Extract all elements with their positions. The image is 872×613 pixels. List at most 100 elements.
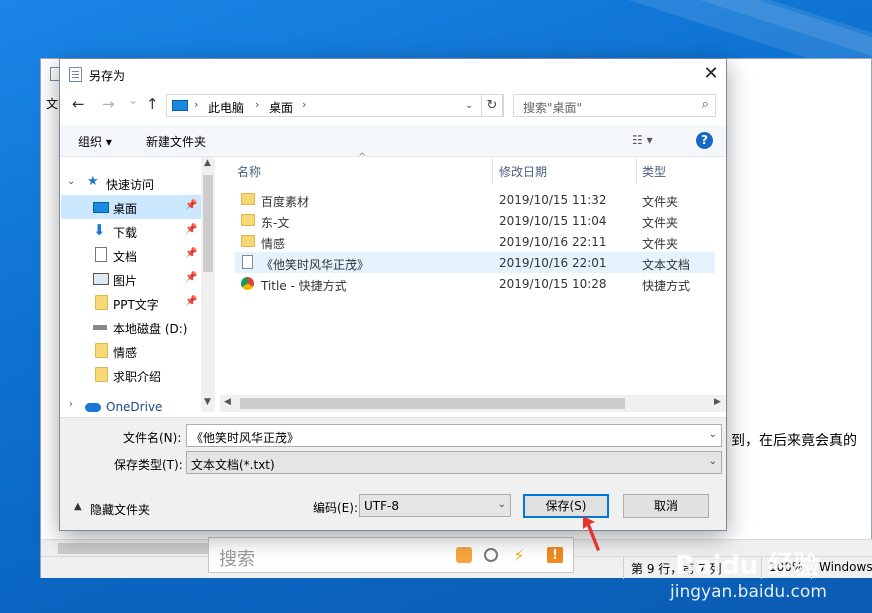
toolbar: 组织 ▾ 新建文件夹 ☷ ▾ ?: [60, 125, 726, 157]
navigation-pane-scrollbar[interactable]: ▲ ▼: [201, 157, 215, 412]
filename-input[interactable]: 《他笑时风华正茂》 ⌄: [186, 424, 722, 447]
chevron-down-icon[interactable]: ⌄: [709, 429, 717, 440]
file-date: 2019/10/15 10:28: [499, 277, 607, 291]
pin-icon: 📌: [185, 296, 198, 307]
download-icon: ⬇: [93, 221, 106, 239]
navigation-pane: ⌄ ★ 快速访问 桌面 📌 ⬇ 下载 📌 文档 📌 图片 📌 PPT文字 📌 本…: [61, 157, 215, 412]
filetype-label: 保存类型(T):: [114, 458, 183, 472]
file-name: 情感: [261, 237, 286, 251]
alert-icon[interactable]: !: [547, 547, 563, 563]
forward-arrow-icon[interactable]: →: [102, 95, 115, 113]
column-header-date[interactable]: 修改日期: [499, 163, 547, 180]
column-header-type[interactable]: 类型: [642, 163, 666, 180]
cancel-button[interactable]: 取消: [623, 494, 709, 518]
navigation-bar: ← → ⌄ ↑ › 此电脑 › 桌面 › ⌄ ↻ 搜索"桌面" ⌕: [60, 92, 726, 120]
dialog-titlebar[interactable]: 另存为 ✕: [60, 59, 726, 89]
picture-icon: [93, 273, 109, 285]
sidebar-item-emotion[interactable]: 情感: [61, 339, 201, 363]
sidebar-item-desktop[interactable]: 桌面 📌: [61, 195, 201, 219]
close-button[interactable]: ✕: [700, 63, 722, 85]
breadcrumb-desktop[interactable]: 桌面: [269, 99, 293, 116]
address-bar[interactable]: › 此电脑 › 桌面 › ⌄: [166, 94, 504, 117]
folder-icon: [95, 295, 108, 310]
sidebar-item-label: 文档: [113, 250, 138, 264]
annotation-arrow-icon: [583, 516, 600, 551]
file-type: 文件夹: [642, 237, 679, 251]
lightning-icon[interactable]: ⚡: [511, 546, 527, 565]
file-date: 2019/10/15 11:04: [499, 214, 607, 228]
filetype-select[interactable]: 文本文档(*.txt) ⌄: [186, 451, 722, 474]
filename-label: 文件名(N):: [123, 431, 182, 445]
file-type: 文件夹: [642, 216, 679, 230]
file-name: 《他笑时风华正茂》: [261, 258, 370, 272]
address-dropdown-icon[interactable]: ⌄: [465, 100, 473, 111]
refresh-button[interactable]: ↻: [481, 94, 503, 117]
chevron-down-icon[interactable]: ⌄: [709, 456, 717, 467]
view-options-icon[interactable]: ☷ ▾: [632, 133, 653, 147]
breadcrumb-this-pc[interactable]: 此电脑: [208, 99, 244, 116]
help-icon[interactable]: ?: [696, 132, 713, 149]
chevron-up-icon[interactable]: ▲: [74, 501, 82, 512]
chrome-shortcut-icon: [241, 277, 254, 290]
folder-icon: [241, 235, 255, 247]
file-date: 2019/10/16 22:01: [499, 256, 607, 270]
sidebar-item-pictures[interactable]: 图片 📌: [61, 267, 201, 291]
chevron-down-icon[interactable]: ⌄: [498, 499, 506, 510]
this-pc-icon: [172, 100, 188, 111]
recent-locations-icon[interactable]: ⌄: [128, 93, 138, 107]
status-eol: Windows: [819, 560, 872, 574]
sidebar-item-onedrive[interactable]: › OneDrive: [61, 395, 201, 412]
new-folder-button[interactable]: 新建文件夹: [146, 133, 206, 150]
file-type: 快捷方式: [642, 279, 691, 293]
encoding-select[interactable]: UTF-8 ⌄: [359, 494, 511, 517]
column-header-name[interactable]: 名称: [237, 163, 261, 180]
dialog-title: 另存为: [89, 69, 126, 83]
pin-icon: 📌: [185, 200, 198, 211]
notepad-icon: [69, 67, 82, 82]
file-row[interactable]: 百度素材 2019/10/15 11:32 文件夹: [235, 189, 715, 210]
organize-button[interactable]: 组织 ▾: [78, 133, 112, 150]
clock-icon[interactable]: [484, 548, 498, 562]
expand-chevron-icon[interactable]: ⌄: [67, 176, 75, 187]
filename-value: 《他笑时风华正茂》: [191, 431, 300, 445]
file-name: Title - 快捷方式: [261, 279, 347, 293]
sidebar-item-label: 图片: [113, 274, 138, 288]
folder-heart-icon[interactable]: [456, 547, 472, 563]
file-row[interactable]: 情感 2019/10/16 22:11 文件夹: [235, 231, 715, 252]
encoding-label: 编码(E):: [313, 501, 358, 515]
breadcrumb-chevron-icon: ›: [302, 98, 307, 111]
sidebar-item-downloads[interactable]: ⬇ 下载 📌: [61, 219, 201, 243]
file-row[interactable]: 《他笑时风华正茂》 2019/10/16 22:01 文本文档: [235, 252, 715, 273]
sidebar-item-ppt[interactable]: PPT文字 📌: [61, 291, 201, 315]
sidebar-item-quick-access[interactable]: ⌄ ★ 快速访问: [61, 171, 201, 195]
breadcrumb-chevron-icon: ›: [194, 98, 199, 111]
sidebar-item-documents[interactable]: 文档 📌: [61, 243, 201, 267]
folder-icon: [95, 367, 108, 382]
hide-folders-toggle[interactable]: 隐藏文件夹: [90, 501, 150, 518]
save-as-dialog: 另存为 ✕ ← → ⌄ ↑ › 此电脑 › 桌面 › ⌄ ↻ 搜索"桌面" ⌕ …: [59, 58, 727, 531]
sidebar-item-job[interactable]: 求职介绍: [61, 363, 201, 387]
file-list-hscroll[interactable]: ◀ ▶: [220, 395, 726, 412]
pin-icon: 📌: [185, 224, 198, 235]
notepad-menu-file[interactable]: 文: [46, 95, 58, 112]
save-button[interactable]: 保存(S): [523, 494, 609, 518]
search-placeholder: 搜索"桌面": [523, 101, 583, 115]
search-input[interactable]: 搜索"桌面" ⌕: [513, 94, 716, 117]
sidebar-item-drive-d[interactable]: 本地磁盘 (D:): [61, 315, 201, 339]
watermark-logo: Baidu 经验: [675, 551, 820, 581]
notepad-text: 到，在后来竟会真的: [731, 433, 857, 449]
pin-icon: 📌: [185, 248, 198, 259]
folder-icon: [95, 343, 108, 358]
back-arrow-icon[interactable]: ←: [72, 95, 85, 113]
expand-chevron-icon[interactable]: ›: [69, 399, 73, 410]
search-icon: ⌕: [701, 97, 709, 112]
sidebar-item-label: 快速访问: [106, 178, 155, 192]
drive-icon: [93, 325, 107, 330]
file-row[interactable]: 东-文 2019/10/15 11:04 文件夹: [235, 210, 715, 231]
cloud-icon: [85, 403, 101, 412]
file-row[interactable]: Title - 快捷方式 2019/10/15 10:28 快捷方式: [235, 273, 715, 294]
floating-search-bar[interactable]: 搜索 ⚡ !: [208, 537, 574, 573]
sidebar-item-label: 下载: [113, 226, 138, 240]
file-name: 东-文: [261, 216, 290, 230]
up-arrow-icon[interactable]: ↑: [146, 95, 159, 113]
